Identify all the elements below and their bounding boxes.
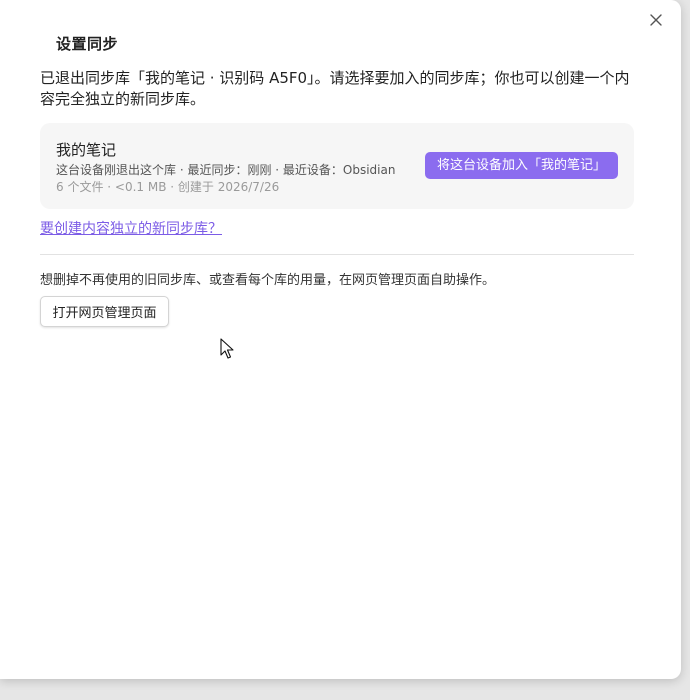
divider (40, 254, 634, 255)
dialog-description: 已退出同步库「我的笔记 · 识别码 A5F0」。请选择要加入的同步库；你也可以创… (40, 69, 630, 108)
vault-card: 我的笔记 这台设备刚退出这个库 · 最近同步：刚刚 · 最近设备：Obsidia… (40, 123, 634, 209)
vault-name: 我的笔记 (56, 141, 117, 159)
close-button[interactable] (646, 10, 666, 30)
join-vault-button[interactable]: 将这台设备加入「我的笔记」 (425, 152, 618, 179)
create-new-vault-link[interactable]: 要创建内容独立的新同步库？ (40, 218, 222, 238)
dialog-title: 设置同步 (56, 35, 119, 53)
vault-meta: 这台设备刚退出这个库 · 最近同步：刚刚 · 最近设备：Obsidian (56, 163, 396, 177)
close-icon (650, 14, 662, 26)
vault-stats: 6 个文件 · <0.1 MB · 创建于 2026/7/26 (56, 180, 280, 194)
manage-hint-text: 想删掉不再使用的旧同步库、或查看每个库的用量，在网页管理页面自助操作。 (40, 273, 496, 288)
sync-setup-dialog: 设置同步 已退出同步库「我的笔记 · 识别码 A5F0」。请选择要加入的同步库；… (0, 0, 681, 679)
open-web-manage-button[interactable]: 打开网页管理页面 (40, 296, 169, 327)
